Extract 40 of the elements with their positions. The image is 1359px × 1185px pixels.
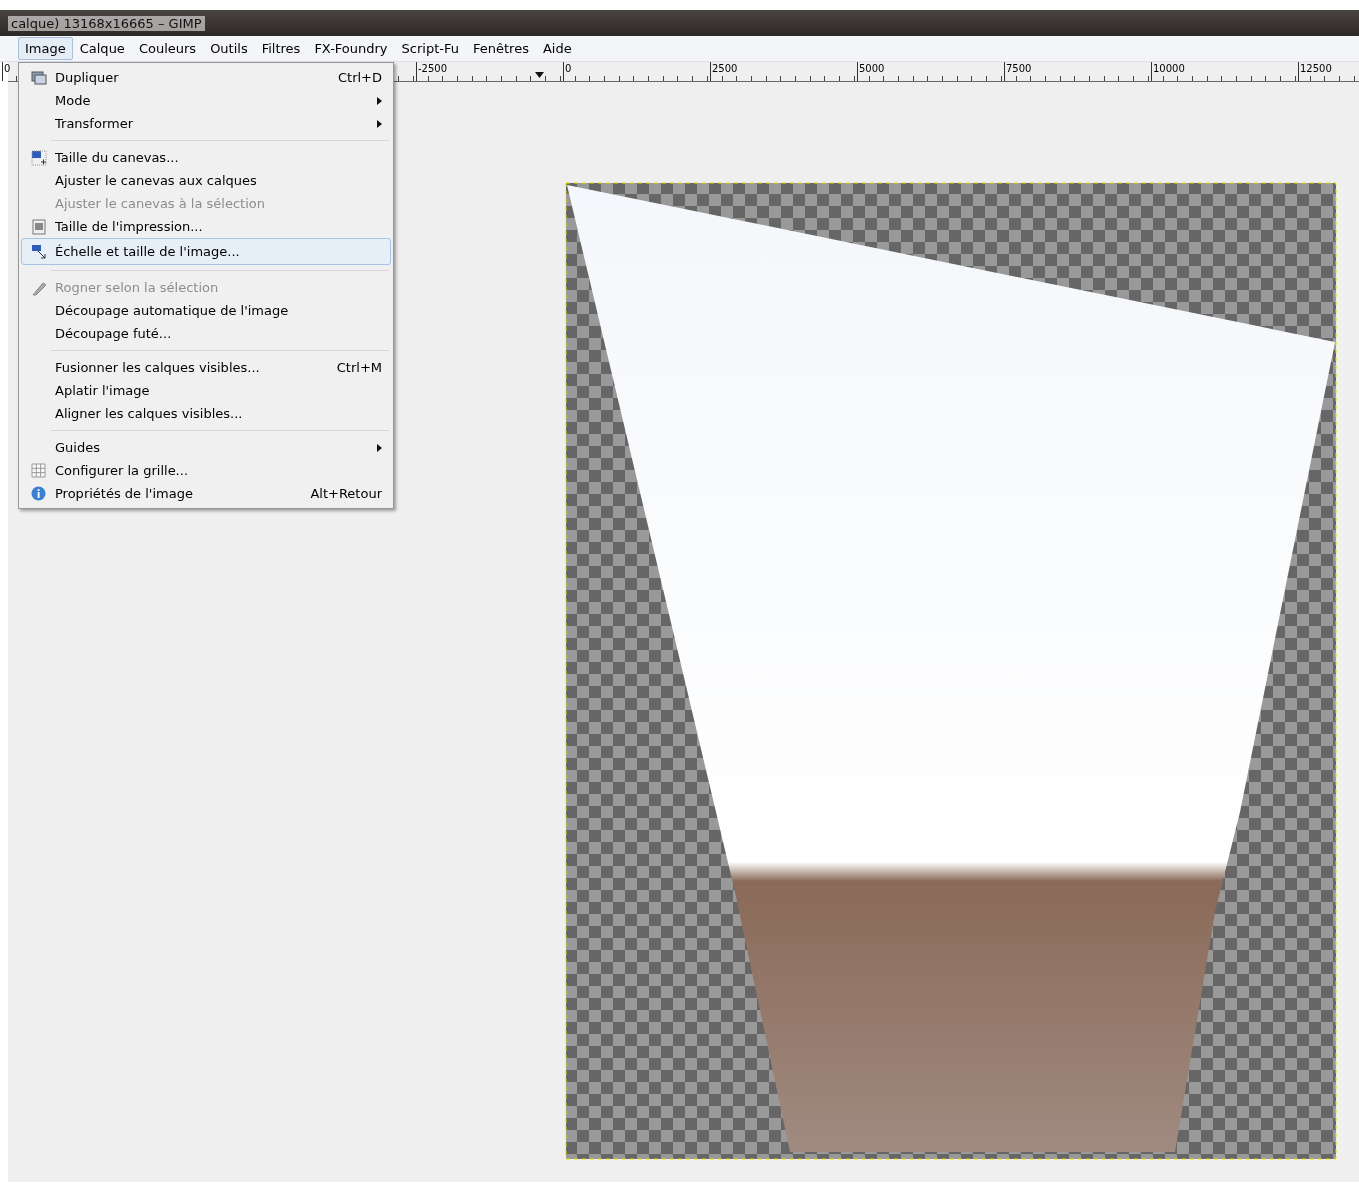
menu-bar-item[interactable]: Couleurs [131,37,204,60]
menu-bar-item[interactable]: Calque [72,37,132,60]
menu-item[interactable]: Échelle et taille de l'image... [21,238,391,265]
menu-bar-item[interactable]: Outils [203,37,255,60]
ruler-label: 12500 [1298,62,1332,81]
menu-item[interactable]: Configurer la grille... [21,459,391,482]
menu-item[interactable]: Propriétés de l'image Alt+Retour [21,482,391,505]
ruler-label: 0 [563,62,572,81]
menu-item[interactable]: Mode [21,89,391,112]
menu-bar-item[interactable]: Image [18,37,73,60]
menu-item[interactable]: Aligner les calques visibles... [21,402,391,425]
window-stack-icon [30,70,47,85]
ruler-label: 5000 [857,62,885,81]
menu-item[interactable]: Découpage automatique de l'image [21,299,391,322]
canvas-size-icon [30,149,47,166]
menu-item[interactable]: Ajuster le canevas aux calques [21,169,391,192]
menu-item[interactable]: Dupliquer Ctrl+D [21,66,391,89]
menu-item[interactable]: Aplatir l'image [21,379,391,402]
menu-bar-item[interactable]: Fenêtres [465,37,536,60]
menu-bar-item[interactable]: Aide [535,37,579,60]
menu-bar-item[interactable]: Script-Fu [394,37,466,60]
ruler-label: 2500 [710,62,738,81]
menu-item[interactable]: Découpage futé... [21,322,391,345]
menu-item[interactable]: Guides [21,436,391,459]
scale-image-icon [30,243,47,260]
ruler-label: 7500 [1004,62,1032,81]
grid-icon [31,463,46,478]
menu-item[interactable]: Transformer [21,112,391,135]
window-title: calque) 13168x16665 – GIMP [8,15,205,31]
menu-bar-item[interactable]: Filtres [254,37,308,60]
ruler-label: 10000 [1151,62,1185,81]
menu-item[interactable]: Taille du canevas... [21,146,391,169]
menu-bar-item[interactable]: FX-Foundry [307,37,395,60]
ruler-label: -2500 [416,62,448,81]
menu-item[interactable]: Taille de l'impression... [21,215,391,238]
pointer-marker-icon [535,72,544,78]
document-icon [31,218,46,235]
menu-item[interactable]: Fusionner les calques visibles... Ctrl+M [21,356,391,379]
ruler-label: 0 [2,62,11,81]
info-icon [31,486,46,501]
